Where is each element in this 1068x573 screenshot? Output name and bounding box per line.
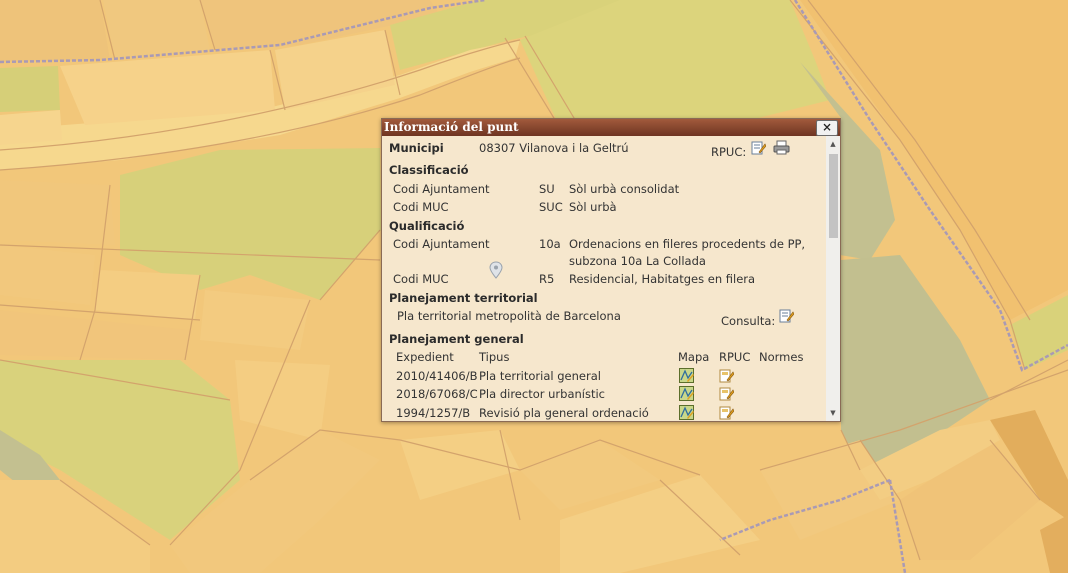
scroll-up-icon[interactable]: ▲ bbox=[826, 138, 840, 150]
row1-expedient: 2010/41406/B bbox=[396, 369, 478, 383]
classif-row1-code: SU bbox=[539, 182, 555, 196]
map-icon[interactable] bbox=[679, 386, 694, 401]
close-button[interactable]: × bbox=[816, 120, 838, 136]
territorial-heading: Planejament territorial bbox=[389, 291, 538, 305]
col-rpuc: RPUC bbox=[719, 350, 751, 364]
col-mapa: Mapa bbox=[678, 350, 710, 364]
scroll-thumb[interactable] bbox=[829, 154, 838, 238]
qualif-row1-desc: Ordenacions en fileres procedents de PP, bbox=[569, 237, 806, 251]
col-expedient: Expedient bbox=[396, 350, 454, 364]
classif-row1-label: Codi Ajuntament bbox=[393, 182, 490, 196]
consulta-label: Consulta: bbox=[721, 314, 776, 328]
row1-tipus: Pla territorial general bbox=[479, 369, 601, 383]
classif-row2-code: SUC bbox=[539, 200, 563, 214]
territorial-value: Pla territorial metropolità de Barcelona bbox=[397, 309, 621, 323]
rpuc-document-icon[interactable] bbox=[751, 140, 766, 155]
general-heading: Planejament general bbox=[389, 332, 524, 346]
classif-row1-desc: Sòl urbà consolidat bbox=[569, 182, 680, 196]
rpuc-icon[interactable] bbox=[719, 405, 734, 420]
rpuc-icon[interactable] bbox=[719, 368, 734, 383]
close-icon: × bbox=[821, 120, 833, 134]
row2-tipus: Pla director urbanístic bbox=[479, 387, 605, 401]
green-zone-top-left bbox=[0, 66, 60, 112]
location-pin-icon[interactable] bbox=[489, 261, 503, 279]
qualif-row1-desc2: subzona 10a La Collada bbox=[569, 254, 706, 268]
popup-body: Municipi 08307 Vilanova i la Geltrú RPUC… bbox=[382, 136, 840, 421]
rpuc-label: RPUC: bbox=[711, 145, 747, 159]
map-icon[interactable] bbox=[679, 405, 694, 420]
block-mid-2 bbox=[0, 245, 95, 305]
row3-tipus: Revisió pla general ordenació bbox=[479, 406, 649, 420]
classificacio-heading: Classificació bbox=[389, 163, 469, 177]
block-mid-1 bbox=[0, 180, 115, 245]
col-tipus: Tipus bbox=[479, 350, 510, 364]
qualif-row1-code: 10a bbox=[539, 237, 561, 251]
classif-row2-desc: Sòl urbà bbox=[569, 200, 617, 214]
consulta-document-icon[interactable] bbox=[779, 308, 794, 323]
point-info-popup[interactable]: Informació del punt × Municipi 08307 Vil… bbox=[381, 118, 841, 422]
qualif-row2-label: Codi MUC bbox=[393, 272, 449, 286]
qualificacio-heading: Qualificació bbox=[389, 219, 465, 233]
popup-scrollbar[interactable]: ▲ ▼ bbox=[826, 136, 840, 421]
print-icon[interactable] bbox=[773, 140, 790, 155]
qualif-row2-desc: Residencial, Habitatges en filera bbox=[569, 272, 756, 286]
classif-row2-label: Codi MUC bbox=[393, 200, 449, 214]
qualif-row2-code: R5 bbox=[539, 272, 555, 286]
rpuc-icon[interactable] bbox=[719, 386, 734, 401]
popup-title-text: Informació del punt bbox=[384, 120, 519, 134]
block-left-3 bbox=[0, 110, 62, 145]
row2-expedient: 2018/67068/C bbox=[396, 387, 478, 401]
popup-title: Informació del punt × bbox=[382, 119, 840, 136]
col-normes: Normes bbox=[759, 350, 804, 364]
qualif-row1-label: Codi Ajuntament bbox=[393, 237, 490, 251]
block-top-left bbox=[0, 0, 110, 62]
municipi-label: Municipi bbox=[389, 141, 444, 155]
map-icon[interactable] bbox=[679, 368, 694, 383]
scroll-down-icon[interactable]: ▼ bbox=[826, 407, 840, 419]
municipi-value: 08307 Vilanova i la Geltrú bbox=[479, 141, 629, 155]
row3-expedient: 1994/1257/B bbox=[396, 406, 471, 420]
